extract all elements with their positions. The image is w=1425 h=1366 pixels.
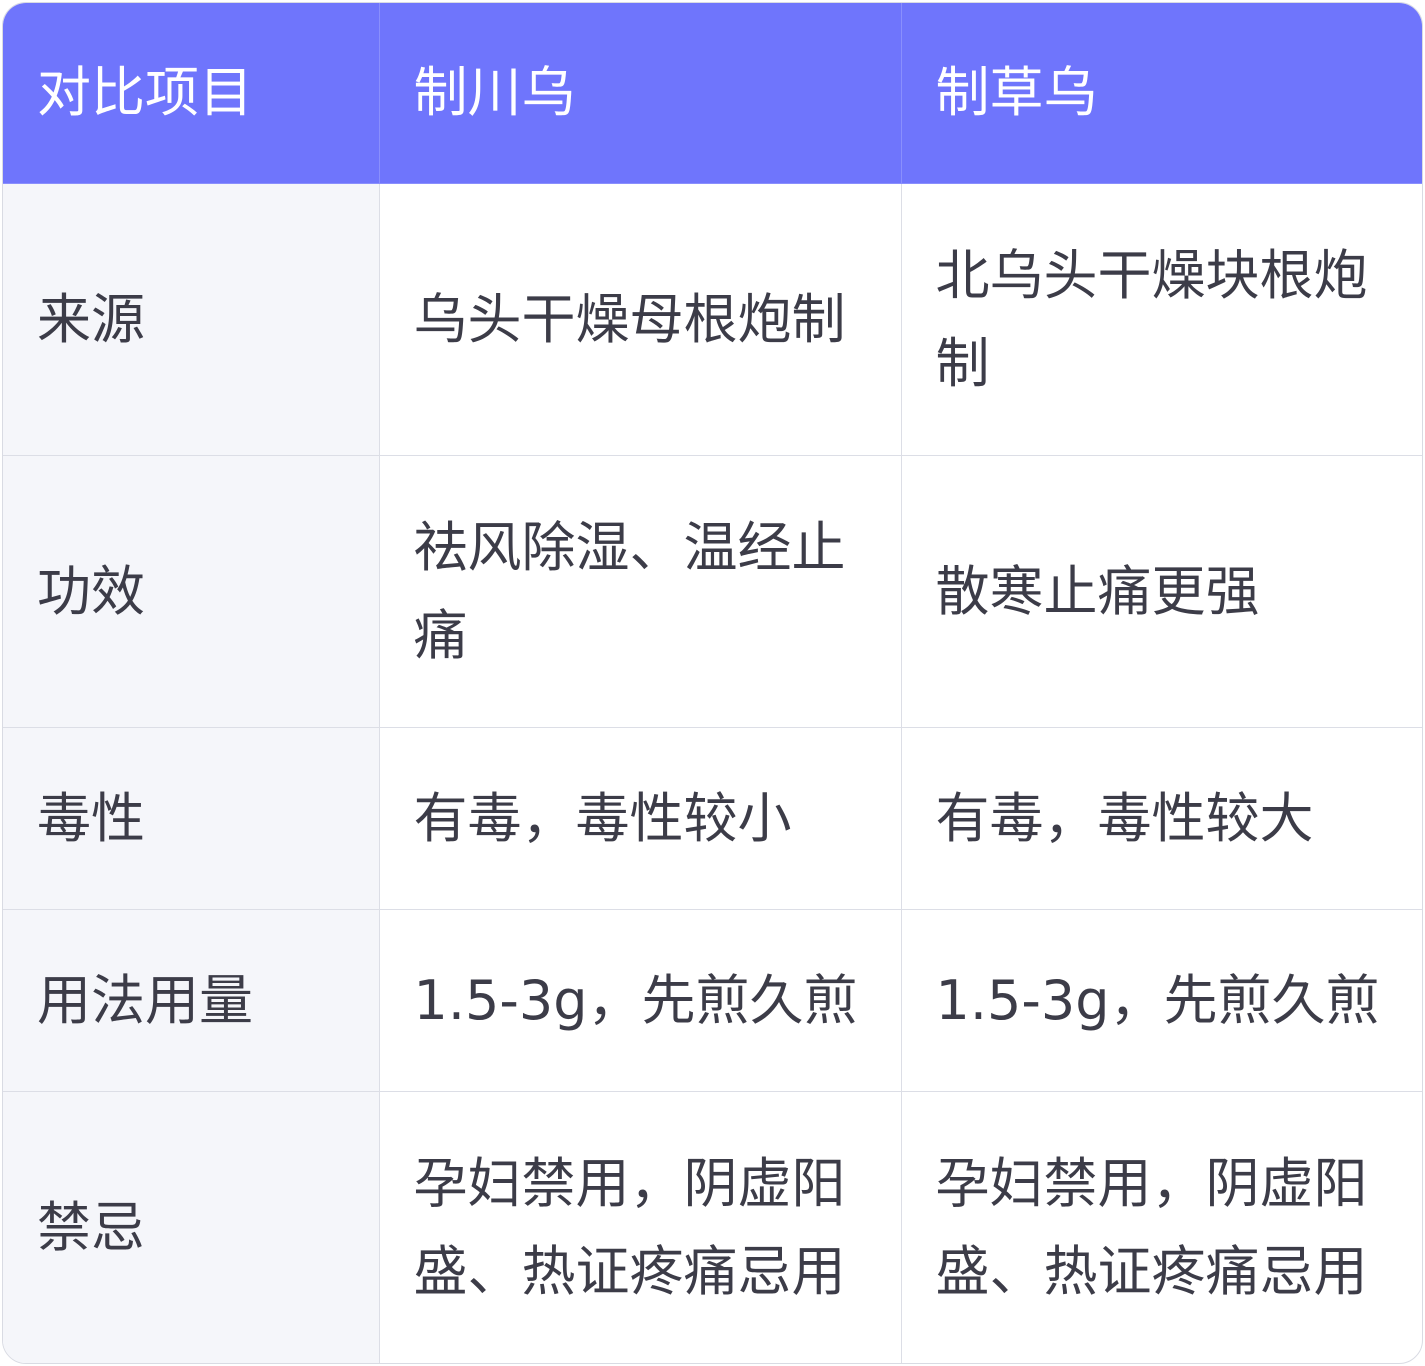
cell-col2: 北乌头干燥块根炮制	[900, 183, 1422, 456]
header-item: 对比项目	[3, 3, 380, 184]
row-label: 来源	[3, 183, 380, 456]
cell-col1: 有毒，毒性较小	[378, 727, 902, 910]
table-row: 功效 祛风除湿、温经止痛 散寒止痛更强	[3, 455, 1422, 728]
cell-col2: 1.5-3g，先煎久煎	[900, 909, 1422, 1092]
header-col2: 制草乌	[900, 3, 1422, 184]
row-label: 功效	[3, 455, 380, 728]
table-row: 毒性 有毒，毒性较小 有毒，毒性较大	[3, 727, 1422, 910]
row-label: 用法用量	[3, 909, 380, 1092]
cell-col1: 孕妇禁用，阴虚阳盛、热证疼痛忌用	[378, 1091, 902, 1363]
comparison-table-container: 对比项目 制川乌 制草乌 来源 乌头干燥母根炮制 北乌头干燥块根炮制 功效 祛风…	[2, 2, 1423, 1364]
comparison-table: 对比项目 制川乌 制草乌 来源 乌头干燥母根炮制 北乌头干燥块根炮制 功效 祛风…	[3, 3, 1422, 1363]
cell-col1: 乌头干燥母根炮制	[378, 183, 902, 456]
table-header-row: 对比项目 制川乌 制草乌	[3, 3, 1422, 184]
cell-col2: 孕妇禁用，阴虚阳盛、热证疼痛忌用	[900, 1091, 1422, 1363]
table-row: 来源 乌头干燥母根炮制 北乌头干燥块根炮制	[3, 183, 1422, 456]
cell-col2: 散寒止痛更强	[900, 455, 1422, 728]
cell-col2: 有毒，毒性较大	[900, 727, 1422, 910]
cell-col1: 祛风除湿、温经止痛	[378, 455, 902, 728]
row-label: 禁忌	[3, 1091, 380, 1363]
row-label: 毒性	[3, 727, 380, 910]
table-row: 用法用量 1.5-3g，先煎久煎 1.5-3g，先煎久煎	[3, 909, 1422, 1092]
cell-col1: 1.5-3g，先煎久煎	[378, 909, 902, 1092]
table-row: 禁忌 孕妇禁用，阴虚阳盛、热证疼痛忌用 孕妇禁用，阴虚阳盛、热证疼痛忌用	[3, 1091, 1422, 1363]
header-col1: 制川乌	[378, 3, 902, 184]
